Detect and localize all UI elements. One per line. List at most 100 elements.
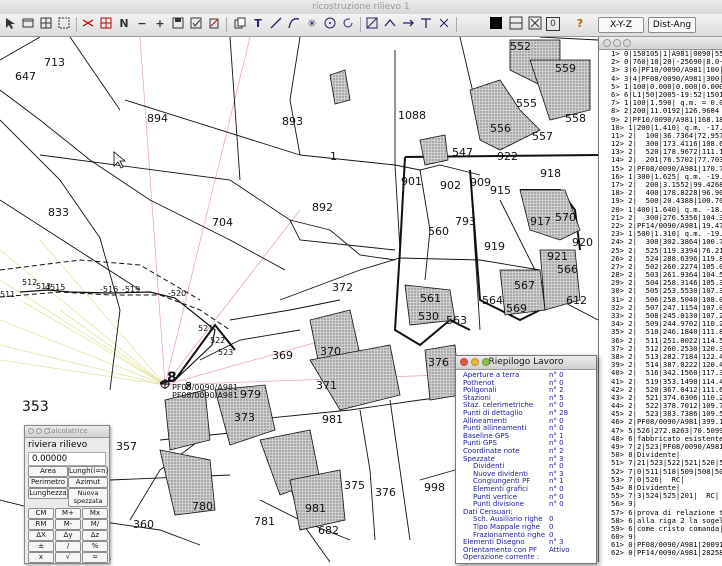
area-button[interactable]: Area: [28, 466, 68, 477]
list-row[interactable]: 45> 2| 523|383.7386|109.552: [611, 410, 722, 418]
list-row[interactable]: 10> 1|200|1.410| q.m. -17.7: [611, 124, 722, 132]
help-icon[interactable]: ?: [572, 16, 588, 32]
list-row[interactable]: 46> 2|PF08/0090/A981|399.13: [611, 418, 722, 426]
arrow-icon[interactable]: [382, 16, 398, 32]
list-row[interactable]: 57> 6|prova di relazione te: [611, 509, 722, 517]
sign-button[interactable]: ±: [28, 541, 54, 552]
m-plus-button[interactable]: M+: [55, 508, 81, 519]
list-rows[interactable]: 1> 0|150105|1|A981|0090|55 2> 0|760|10|20…: [599, 50, 722, 560]
lunghezza-button[interactable]: Lunghezza: [28, 488, 68, 499]
dimension-icon[interactable]: [364, 16, 380, 32]
north-icon[interactable]: N: [116, 16, 132, 32]
circle-icon[interactable]: [322, 16, 338, 32]
move-icon[interactable]: [80, 16, 96, 32]
plus-icon[interactable]: +: [152, 16, 168, 32]
list-row[interactable]: 26> 2| 524|288.6396|119.847: [611, 255, 722, 263]
save-icon[interactable]: [170, 16, 186, 32]
cm-button[interactable]: CM: [28, 508, 54, 519]
percent-button[interactable]: %: [82, 541, 108, 552]
list-row[interactable]: 59> 6|come cristo comanda|: [611, 525, 722, 533]
zoom-icon[interactable]: [44, 428, 50, 434]
list-row[interactable]: 12> 2| 300|173.4116|108.698: [611, 140, 722, 148]
close-icon[interactable]: [460, 358, 468, 366]
list-row[interactable]: 41> 2| 519|353.1490|114.445: [611, 378, 722, 386]
list-row[interactable]: 27> 2| 502|260.2274|105.022: [611, 263, 722, 271]
list-row[interactable]: 4> 3|4|PF08/0090/A981|300|5: [611, 75, 722, 83]
list-row[interactable]: 31> 2| 506|258.5040|108.052: [611, 296, 722, 304]
arrowright-icon[interactable]: [400, 16, 416, 32]
list-row[interactable]: 56> 9|: [611, 500, 722, 508]
list-row[interactable]: 16> 1|300|1.625| q.m. -19.4: [611, 173, 722, 181]
list-row[interactable]: 36> 2| 511|251.0022|114.507: [611, 337, 722, 345]
list-row[interactable]: 21> 2| 300|276.5356|104.338: [611, 214, 722, 222]
lens-icon[interactable]: [98, 16, 114, 32]
equals-button[interactable]: =: [82, 552, 108, 563]
list-row[interactable]: 53> 7|0|526| RC|: [611, 476, 722, 484]
xyz-button[interactable]: X-Y-Z: [598, 17, 644, 33]
list-row[interactable]: 9> 2|PF10/0090/A981|168.1804: [611, 116, 722, 124]
list-row[interactable]: 40> 2| 516|342.1560|117.309: [611, 369, 722, 377]
lungh-button[interactable]: Lungh(l=n): [68, 466, 108, 477]
mx-button[interactable]: Mx: [82, 508, 108, 519]
cursor-icon[interactable]: [2, 16, 18, 32]
minimize-icon[interactable]: [471, 358, 479, 366]
list-row[interactable]: 62> 0|PF14/0090/A981|28258.: [611, 549, 722, 557]
list-row[interactable]: 33> 2| 508|245.0130|107.273: [611, 312, 722, 320]
fill-black-icon[interactable]: [488, 16, 504, 32]
list-row[interactable]: 3> 3|6|PF10/0090/A981|100|2: [611, 66, 722, 74]
grid-icon[interactable]: [38, 16, 54, 32]
list-row[interactable]: 5> 1|100|0.000|0.000|0.000|: [611, 83, 722, 91]
list-row[interactable]: 17> 2| 200|3.1552|99.4268|1: [611, 181, 722, 189]
list-row[interactable]: 55> 7|3|524|525|201| RC|: [611, 492, 722, 500]
minus-icon[interactable]: −: [134, 16, 150, 32]
list-row[interactable]: 13> 2| 520|178.9672|111.138: [611, 148, 722, 156]
curve-icon[interactable]: [286, 16, 302, 32]
list-row[interactable]: 7> 1|100|1.590| q.m. = 0.000: [611, 99, 722, 107]
splitv-icon[interactable]: [508, 16, 524, 32]
list-row[interactable]: 30> 2| 505|253.5530|107.339: [611, 287, 722, 295]
list-row[interactable]: 28> 2| 503|261.9364|104.584: [611, 271, 722, 279]
list-row[interactable]: 1> 0|150105|1|A981|0090|55: [611, 50, 722, 58]
list-row[interactable]: 23> 1|500|1.310| q.m. -19.4: [611, 230, 722, 238]
list-row[interactable]: 42> 2| 520|367.0412|111.692: [611, 386, 722, 394]
list-row[interactable]: 37> 2| 512|260.2530|120.306: [611, 345, 722, 353]
list-row[interactable]: 6> 6|L1|50|2005-19:52|1501: [611, 91, 722, 99]
list-row[interactable]: 32> 2| 507|247.1154|107.000: [611, 304, 722, 312]
tsquare-icon[interactable]: [418, 16, 434, 32]
dist-ang-button[interactable]: Dist-Ang: [648, 17, 696, 33]
list-row[interactable]: 39> 2| 514|387.0222|120.425: [611, 361, 722, 369]
zero-box-icon[interactable]: 0: [546, 17, 560, 31]
star-icon[interactable]: ✳: [304, 16, 320, 32]
list-row[interactable]: 58> 6|alla riga 2 la sogel: [611, 517, 722, 525]
list-row[interactable]: 20> 1|400|1.640| q.m. -18.1: [611, 206, 722, 214]
zoom-icon[interactable]: [623, 39, 631, 47]
list-row[interactable]: 19> 2| 500|20.4388|100.7040: [611, 197, 722, 205]
list-row[interactable]: 35> 2| 510|246.1840|111.875: [611, 328, 722, 336]
list-row[interactable]: 2> 0|760|10|20|-25690|8.0-[: [611, 58, 722, 66]
copy-icon[interactable]: [232, 16, 248, 32]
list-row[interactable]: 24> 2| 300|302.3864|100.784: [611, 238, 722, 246]
close-icon[interactable]: [28, 428, 34, 434]
close-icon[interactable]: [603, 39, 611, 47]
x-box-icon[interactable]: [527, 16, 543, 32]
divide-button[interactable]: /: [55, 541, 81, 552]
window-icon[interactable]: [20, 16, 36, 32]
list-row[interactable]: 29> 2| 504|258.3146|105.301: [611, 279, 722, 287]
list-row[interactable]: 11> 2| 100|36.7364|72.9574|: [611, 132, 722, 140]
minimize-icon[interactable]: [36, 428, 42, 434]
minimize-icon[interactable]: [613, 39, 621, 47]
delta-z-button[interactable]: Δz: [82, 530, 108, 541]
rotate-icon[interactable]: [340, 16, 356, 32]
azimut-button[interactable]: Azimut: [68, 477, 108, 488]
rm-button[interactable]: RM: [28, 519, 54, 530]
list-row[interactable]: 50> 8|Dividente|: [611, 451, 722, 459]
text-icon[interactable]: T: [250, 16, 266, 32]
list-row[interactable]: 22> 2|PF14/0090/A981|19.472: [611, 222, 722, 230]
list-row[interactable]: 60> 9|: [611, 533, 722, 541]
list-row[interactable]: 14> 2| 201|76.5702|77.7030|: [611, 156, 722, 164]
delta-x-button[interactable]: ΔX: [28, 530, 54, 541]
sqrt-button[interactable]: √: [55, 552, 81, 563]
fill-icon[interactable]: [436, 16, 452, 32]
list-row[interactable]: 8> 2|200|11.0192|126.9604: [611, 107, 722, 115]
m-minus-button[interactable]: M-: [55, 519, 81, 530]
